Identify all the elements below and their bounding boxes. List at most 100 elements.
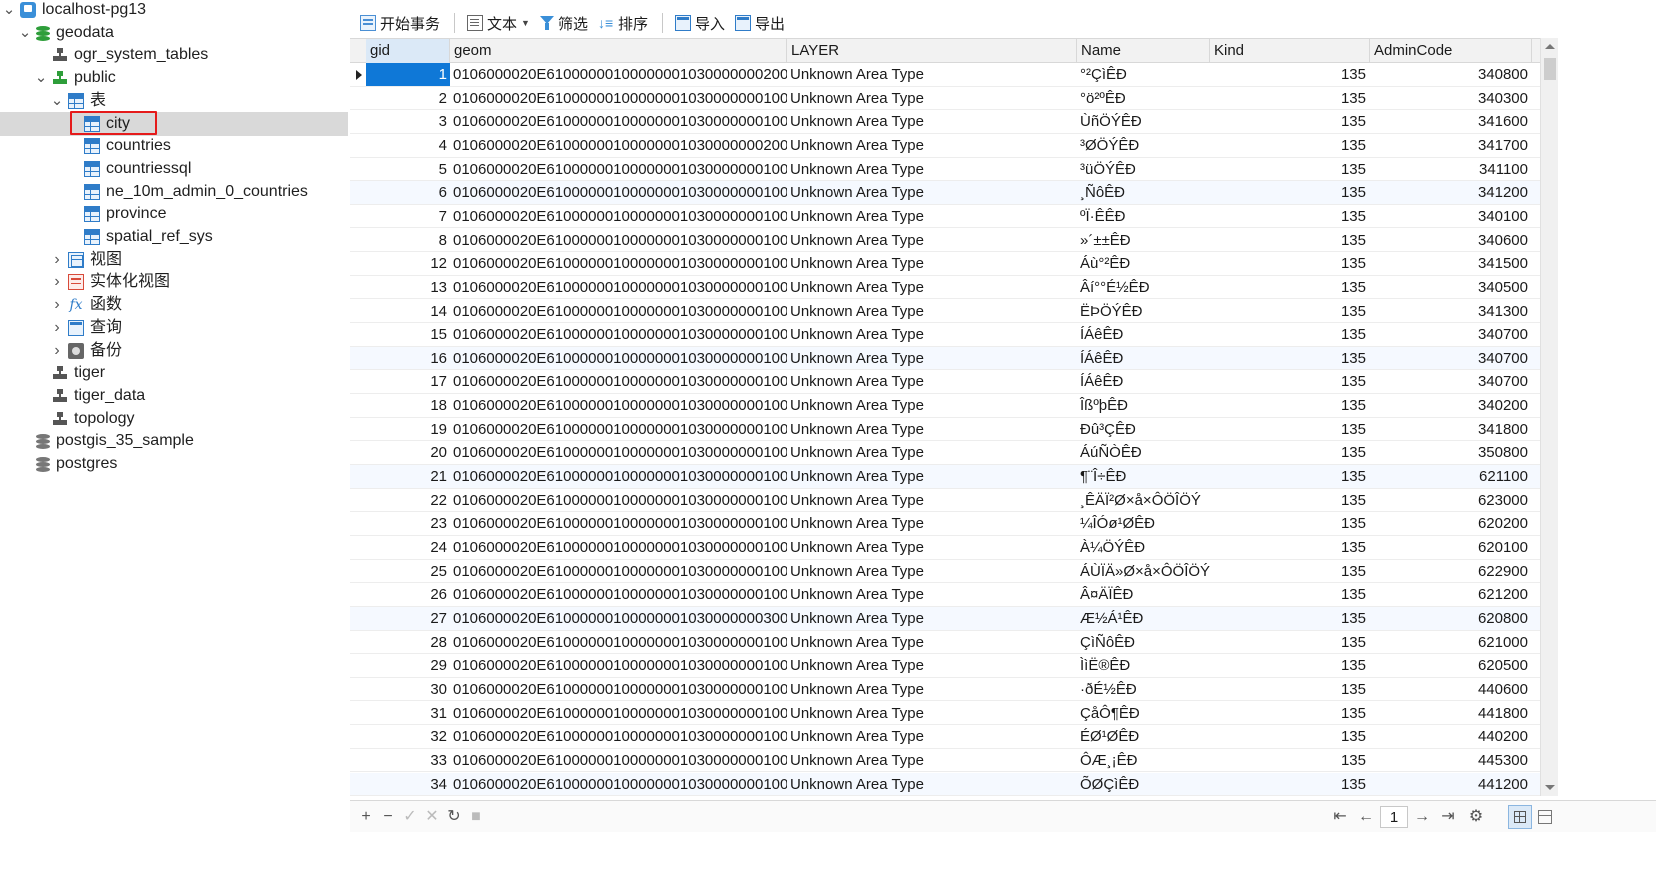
cell-kind[interactable]: 135	[1210, 702, 1370, 725]
table-row[interactable]: 26 0106000020E610000001000000010300000001…	[350, 583, 1540, 607]
previous-page-icon[interactable]: ←	[1356, 805, 1376, 829]
tree-item-ogr-system-tables[interactable]: ogr_system_tables	[34, 43, 208, 67]
cell-gid[interactable]: 21	[366, 465, 450, 488]
row-selector[interactable]	[352, 205, 364, 228]
cell-geom[interactable]: 0106000020E61000000100000001030000000100	[450, 276, 787, 299]
row-selector[interactable]	[352, 560, 364, 583]
cell-layer[interactable]: Unknown Area Type	[787, 158, 1077, 181]
cell-gid[interactable]: 30	[366, 678, 450, 701]
cell-layer[interactable]: Unknown Area Type	[787, 560, 1077, 583]
cell-geom[interactable]: 0106000020E61000000100000001030000000100	[450, 465, 787, 488]
cell-kind[interactable]: 135	[1210, 418, 1370, 441]
cell-name[interactable]: Í­ÁêÊÐ	[1077, 370, 1210, 393]
chevron-down-icon[interactable]: ▼	[521, 18, 530, 28]
table-row[interactable]: 16 0106000020E610000001000000010300000001…	[350, 346, 1540, 371]
cell-gid[interactable]: 29	[366, 654, 450, 677]
row-selector[interactable]	[352, 276, 364, 299]
table-row[interactable]: 22 0106000020E610000001000000010300000001…	[350, 489, 1540, 513]
tree-item-ne-10m-admin-0-countries[interactable]: ne_10m_admin_0_countries	[66, 180, 308, 204]
cell-geom[interactable]: 0106000020E61000000100000001030000000100	[450, 749, 787, 772]
cell-geom[interactable]: 0106000020E61000000100000001030000000100	[450, 773, 787, 796]
cell-geom[interactable]: 0106000020E61000000100000001030000000100	[450, 489, 787, 512]
table-row[interactable]: 14 0106000020E610000001000000010300000001…	[350, 300, 1540, 324]
cell-name[interactable]: Áù°²ÊÐ	[1077, 252, 1210, 275]
tree-item-spatial-ref-sys[interactable]: spatial_ref_sys	[66, 225, 213, 249]
cell-admincode[interactable]: 340600	[1370, 229, 1532, 252]
chevron-right-icon[interactable]: ›	[50, 339, 64, 363]
cell-admincode[interactable]: 341200	[1370, 181, 1532, 204]
cell-gid[interactable]: 27	[366, 607, 450, 630]
cell-kind[interactable]: 135	[1210, 347, 1370, 370]
cell-admincode[interactable]: 621100	[1370, 465, 1532, 488]
cell-name[interactable]: Í­ÁêÊÐ	[1077, 323, 1210, 346]
cell-admincode[interactable]: 440600	[1370, 678, 1532, 701]
cell-admincode[interactable]: 620800	[1370, 607, 1532, 630]
cell-admincode[interactable]: 621200	[1370, 583, 1532, 606]
cell-layer[interactable]: Unknown Area Type	[787, 465, 1077, 488]
table-row[interactable]: 6 0106000020E6100000010000000103000000010…	[350, 181, 1540, 205]
cell-geom[interactable]: 0106000020E61000000100000001030000000100	[450, 252, 787, 275]
cell-name[interactable]: ¸ÑôÊÐ	[1077, 181, 1210, 204]
row-selector[interactable]	[352, 300, 364, 323]
export-button[interactable]: 导出	[731, 10, 789, 36]
cell-admincode[interactable]: 340800	[1370, 63, 1532, 86]
cell-layer[interactable]: Unknown Area Type	[787, 512, 1077, 535]
row-selector[interactable]	[352, 465, 364, 488]
cell-name[interactable]: ÇåÔ¶ÊÐ	[1077, 702, 1210, 725]
column-header-kind[interactable]: Kind	[1210, 39, 1370, 63]
table-row[interactable]: 8 0106000020E6100000010000000103000000010…	[350, 229, 1540, 253]
table-row[interactable]: 3 0106000020E6100000010000000103000000010…	[350, 110, 1540, 134]
cell-geom[interactable]: 0106000020E61000000100000001030000000100	[450, 181, 787, 204]
tree-item-public[interactable]: ⌄ public	[34, 66, 116, 90]
table-row[interactable]: 15 0106000020E610000001000000010300000001…	[350, 323, 1540, 347]
cell-layer[interactable]: Unknown Area Type	[787, 489, 1077, 512]
table-row[interactable]: 32 0106000020E610000001000000010300000001…	[350, 725, 1540, 749]
page-settings-icon[interactable]: ⚙	[1466, 805, 1486, 829]
tree-item-countriessql[interactable]: countriessql	[66, 157, 191, 181]
cell-kind[interactable]: 135	[1210, 110, 1370, 133]
cell-geom[interactable]: 0106000020E61000000100000001030000000200	[450, 134, 787, 157]
cell-name[interactable]: ¶¨Î÷ÊÐ	[1077, 465, 1210, 488]
table-row[interactable]: 4 0106000020E6100000010000000103000000020…	[350, 134, 1540, 158]
cell-name[interactable]: °²ÇìÊÐ	[1077, 63, 1210, 86]
table-row[interactable]: 28 0106000020E610000001000000010300000001…	[350, 631, 1540, 655]
cell-kind[interactable]: 135	[1210, 158, 1370, 181]
cell-geom[interactable]: 0106000020E61000000100000001030000000100	[450, 300, 787, 323]
row-selector[interactable]	[352, 158, 364, 181]
row-selector[interactable]	[352, 631, 364, 654]
cell-gid[interactable]: 17	[366, 370, 450, 393]
cell-admincode[interactable]: 340700	[1370, 370, 1532, 393]
table-row[interactable]: 19 0106000020E610000001000000010300000001…	[350, 418, 1540, 442]
row-selector[interactable]	[352, 181, 364, 204]
cell-gid[interactable]: 1	[366, 63, 450, 86]
import-button[interactable]: 导入	[671, 10, 729, 36]
cell-geom[interactable]: 0106000020E61000000100000001030000000100	[450, 323, 787, 346]
cell-gid[interactable]: 26	[366, 583, 450, 606]
cell-name[interactable]: Â¤ÄÏÊÐ	[1077, 583, 1210, 606]
column-header-layer[interactable]: LAYER	[787, 39, 1077, 63]
table-row[interactable]: 5 0106000020E6100000010000000103000000010…	[350, 158, 1540, 182]
cell-admincode[interactable]: 341500	[1370, 252, 1532, 275]
cell-admincode[interactable]: 340200	[1370, 394, 1532, 417]
table-row[interactable]: 13 0106000020E610000001000000010300000001…	[350, 276, 1540, 300]
cell-gid[interactable]: 18	[366, 394, 450, 417]
cell-admincode[interactable]: 340700	[1370, 323, 1532, 346]
table-row[interactable]: 1 0106000020E6100000010000000103000000020…	[350, 63, 1540, 87]
cell-admincode[interactable]: 341100	[1370, 158, 1532, 181]
cell-gid[interactable]: 19	[366, 418, 450, 441]
row-selector[interactable]	[352, 87, 364, 110]
scroll-up-icon[interactable]	[1545, 44, 1555, 49]
sort-button[interactable]: ↓≡ 排序	[594, 10, 652, 36]
cell-name[interactable]: ÕØÇìÊÐ	[1077, 773, 1210, 796]
cell-gid[interactable]: 3	[366, 110, 450, 133]
filter-button[interactable]: 筛选	[536, 10, 592, 36]
row-selector[interactable]	[352, 418, 364, 441]
cell-name[interactable]: ³ØÖÝÊÐ	[1077, 134, 1210, 157]
cell-gid[interactable]: 8	[366, 229, 450, 252]
cell-kind[interactable]: 135	[1210, 370, 1370, 393]
cell-name[interactable]: ÎßºþÊÐ	[1077, 394, 1210, 417]
cell-name[interactable]: ¸ÊÄÏ²Ø×å×ÔÖÎÖÝ	[1077, 489, 1210, 512]
cell-gid[interactable]: 12	[366, 252, 450, 275]
table-row[interactable]: 7 0106000020E6100000010000000103000000010…	[350, 205, 1540, 229]
cell-admincode[interactable]: 340300	[1370, 87, 1532, 110]
